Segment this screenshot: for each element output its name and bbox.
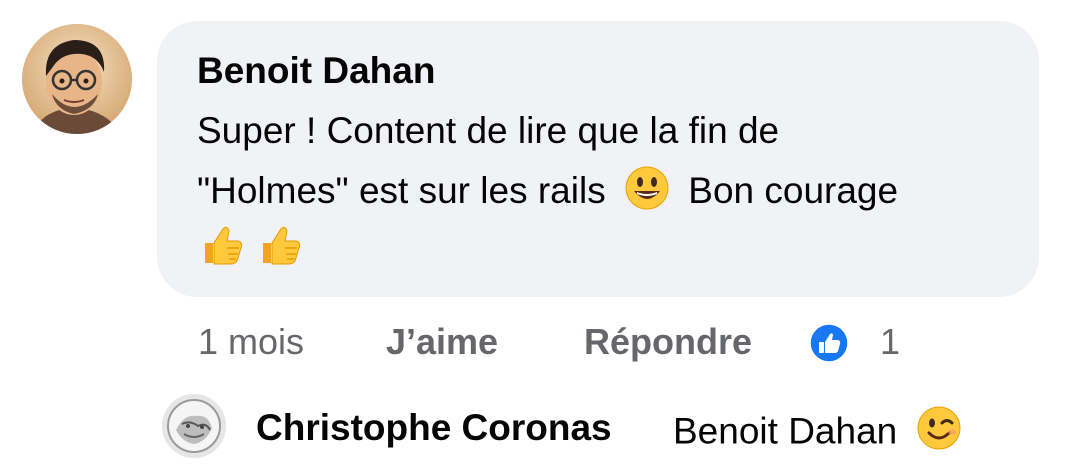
reply-text: Benoit Dahan — [673, 405, 962, 462]
reply-button[interactable]: Répondre — [584, 318, 752, 366]
comment-bubble: Benoit Dahan Super ! Content de lire que… — [157, 21, 1039, 297]
comment-actions: 1 mois J’aime Répondre 1 — [0, 318, 1080, 368]
thumbs-up-icon — [197, 221, 245, 279]
winking-face-icon — [916, 405, 962, 462]
smiling-face-icon — [624, 165, 670, 221]
comment-text-line: "Holmes" est sur les rails Bon courage — [197, 165, 898, 221]
comment-text-segment: "Holmes" est sur les rails — [197, 169, 606, 211]
reply-author[interactable]: Christophe Coronas — [256, 405, 612, 451]
reaction-count[interactable]: 1 — [880, 318, 900, 366]
avatar[interactable] — [162, 394, 226, 458]
avatar[interactable] — [22, 24, 132, 134]
like-button[interactable]: J’aime — [386, 318, 498, 366]
reply-avatar-illustration — [162, 394, 226, 458]
thumbs-up-icon — [255, 221, 303, 279]
comment-author[interactable]: Benoit Dahan — [197, 49, 435, 93]
reply-text-content: Benoit Dahan — [673, 410, 898, 452]
comment-emoji-line — [197, 221, 303, 279]
comment-timestamp[interactable]: 1 mois — [198, 318, 304, 366]
avatar-illustration — [22, 24, 132, 134]
like-reaction-icon[interactable] — [809, 323, 849, 363]
reply-preview[interactable]: Christophe Coronas Benoit Dahan — [0, 392, 1080, 464]
comment-text-segment: Bon courage — [688, 169, 899, 211]
comment-text-line: Super ! Content de lire que la fin de — [197, 110, 780, 151]
